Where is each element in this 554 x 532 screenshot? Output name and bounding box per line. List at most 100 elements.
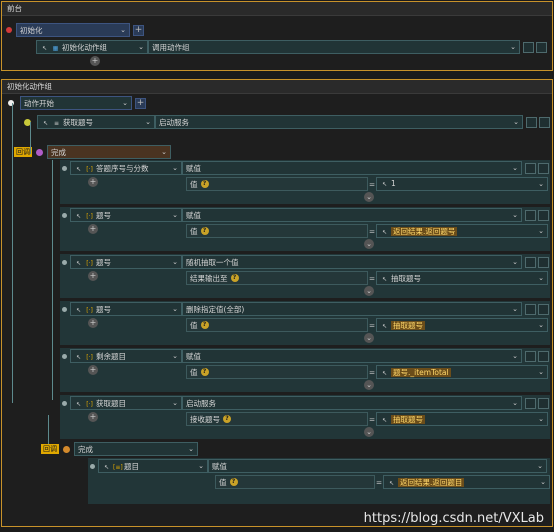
step-target-dropdown[interactable]: ↖ [·] 获取题目 ⌄ [70, 396, 182, 410]
step-action-dropdown[interactable]: 删除指定值(全部) ⌄ [182, 302, 522, 316]
step-param-row: 值? = ↖ 题号._itemTotal ⌄ [186, 365, 548, 379]
step-action-dropdown[interactable]: 随机抽取一个值 ⌄ [182, 255, 522, 269]
add-action-button[interactable]: + [88, 318, 98, 328]
call-group-dropdown[interactable]: 调用动作组 ⌄ [148, 40, 520, 54]
step-value-input[interactable]: ↖ 抽取题号 ⌄ [376, 271, 548, 285]
chevron-down-icon: ⌄ [538, 415, 544, 423]
variable-icon: [≡] [113, 463, 123, 471]
red-dot-icon [6, 27, 12, 33]
expand-button[interactable] [539, 116, 550, 128]
gray-dot-icon [62, 212, 67, 218]
step-target-dropdown[interactable]: ↖ [·] 剩余题目 ⌄ [70, 349, 182, 363]
last-step-value-input[interactable]: ↖ 返回结果.返回题目 ⌄ [383, 475, 550, 489]
add-action-button[interactable]: + [88, 271, 98, 281]
collapse-button[interactable]: ⌄ [364, 333, 374, 343]
chevron-down-icon: ⌄ [512, 258, 518, 266]
service-icon: ≡ [53, 119, 60, 127]
cursor-icon: ↖ [381, 228, 388, 236]
cursor-icon: ↖ [381, 181, 388, 188]
variable-icon: [·] [86, 165, 93, 173]
last-step-target-dropdown[interactable]: ↖ [≡]题目 ⌄ [98, 459, 208, 473]
step-param-row: 值? = ↖ 返回结果.返回题号 ⌄ [186, 224, 548, 238]
add-event-button[interactable]: + [133, 24, 144, 36]
step-target-dropdown[interactable]: ↖ [·] 题号 ⌄ [70, 208, 182, 222]
step-action-dropdown[interactable]: 赋值 ⌄ [182, 208, 522, 222]
chevron-down-icon: ⌄ [172, 305, 178, 313]
help-icon[interactable]: ? [230, 274, 239, 282]
last-step-row: ↖ [≡]题目 ⌄ 赋值 ⌄ [90, 459, 547, 473]
settings-button[interactable] [525, 397, 536, 409]
step-value-input[interactable]: ↖ 抽取题号 ⌄ [376, 412, 548, 426]
step-value: 抽取题号 [391, 273, 421, 283]
last-step-action-dropdown[interactable]: 赋值 ⌄ [208, 459, 547, 473]
settings-button[interactable] [525, 209, 536, 221]
step-value-input[interactable]: ↖ 返回结果.返回题号 ⌄ [376, 224, 548, 238]
step-header-row: ↖ [·] 获取题目 ⌄ 启动服务 ⌄ [62, 396, 549, 410]
add-event-button[interactable]: + [135, 97, 146, 109]
add-action-button[interactable]: + [88, 177, 98, 187]
help-icon[interactable]: ? [223, 415, 231, 423]
chevron-down-icon: ⌄ [512, 164, 518, 172]
step-target-dropdown[interactable]: ↖ [·] 题号 ⌄ [70, 255, 182, 269]
start-service-label: 启动服务 [159, 117, 189, 127]
get-question-id-dropdown[interactable]: ↖ ≡ 获取题号 ⌄ [37, 115, 155, 129]
help-icon[interactable]: ? [200, 368, 209, 376]
step-action: 赋值 [186, 163, 201, 173]
settings-button[interactable] [525, 162, 536, 174]
collapse-button[interactable]: ⌄ [364, 192, 374, 202]
collapse-button[interactable]: ⌄ [364, 380, 374, 390]
step-action-dropdown[interactable]: 赋值 ⌄ [182, 349, 522, 363]
help-icon[interactable]: ? [200, 227, 209, 235]
collapse-button[interactable]: ⌄ [364, 239, 374, 249]
collapse-button[interactable]: ⌄ [364, 286, 374, 296]
add-action-button[interactable]: + [88, 365, 98, 375]
step-action: 赋值 [186, 210, 201, 220]
expand-button[interactable] [538, 209, 549, 221]
help-icon[interactable]: ? [200, 321, 209, 329]
last-step-value: 返回结果.返回题目 [398, 477, 465, 487]
expand-button[interactable] [538, 397, 549, 409]
init-group-dropdown[interactable]: ↖ ▦ 初始化动作组 ⌄ [36, 40, 148, 54]
step-action: 随机抽取一个值 [186, 257, 239, 267]
add-action-button[interactable]: + [88, 412, 98, 422]
expand-button[interactable] [538, 162, 549, 174]
expand-button[interactable] [538, 256, 549, 268]
settings-button[interactable] [523, 41, 534, 53]
last-step-label: 题目 [124, 461, 139, 471]
complete-dropdown-2[interactable]: 完成 ⌄ [74, 442, 198, 456]
gray-dot-icon [62, 259, 67, 265]
callback-tag: 回调 [41, 444, 59, 454]
settings-button[interactable] [525, 350, 536, 362]
equals-sign: = [368, 273, 376, 283]
expand-button[interactable] [538, 350, 549, 362]
watermark: https://blog.csdn.net/VXLab [363, 511, 544, 526]
help-icon[interactable]: ? [229, 478, 238, 486]
step-action-dropdown[interactable]: 启动服务 ⌄ [182, 396, 522, 410]
start-service-dropdown[interactable]: 启动服务 ⌄ [155, 115, 523, 129]
complete-dropdown[interactable]: 完成 ⌄ [47, 145, 171, 159]
collapse-button[interactable]: ⌄ [364, 427, 374, 437]
step-label: 题号 [96, 210, 111, 220]
help-icon[interactable]: ? [200, 180, 209, 188]
step-action-dropdown[interactable]: 赋值 ⌄ [182, 161, 522, 175]
expand-button[interactable] [538, 303, 549, 315]
step-label: 剩余题目 [96, 351, 126, 361]
init-event-dropdown[interactable]: 初始化 ⌄ [16, 23, 130, 37]
settings-button[interactable] [526, 116, 537, 128]
step-value-input[interactable]: ↖ 抽取题号 ⌄ [376, 318, 548, 332]
step-value: 抽取题号 [391, 414, 425, 424]
settings-button[interactable] [525, 256, 536, 268]
settings-button[interactable] [525, 303, 536, 315]
chevron-down-icon: ⌄ [538, 227, 544, 235]
step-block: ↖ [·] 题号 ⌄ 删除指定值(全部) ⌄ 值? = ↖ 抽取题号 ⌄ ⌄ + [60, 301, 550, 345]
step-value-input[interactable]: ↖ 1 ⌄ [376, 177, 548, 191]
step-value-input[interactable]: ↖ 题号._itemTotal ⌄ [376, 365, 548, 379]
step-target-dropdown[interactable]: ↖ [·] 答题序号与分数 ⌄ [70, 161, 182, 175]
action-start-dropdown[interactable]: 动作开始 ⌄ [20, 96, 132, 110]
add-action-button-1[interactable]: + [90, 56, 100, 66]
gray-dot-icon [90, 463, 95, 469]
last-step-param: 值? [215, 475, 375, 489]
add-action-button[interactable]: + [88, 224, 98, 234]
step-target-dropdown[interactable]: ↖ [·] 题号 ⌄ [70, 302, 182, 316]
expand-button[interactable] [536, 41, 547, 53]
